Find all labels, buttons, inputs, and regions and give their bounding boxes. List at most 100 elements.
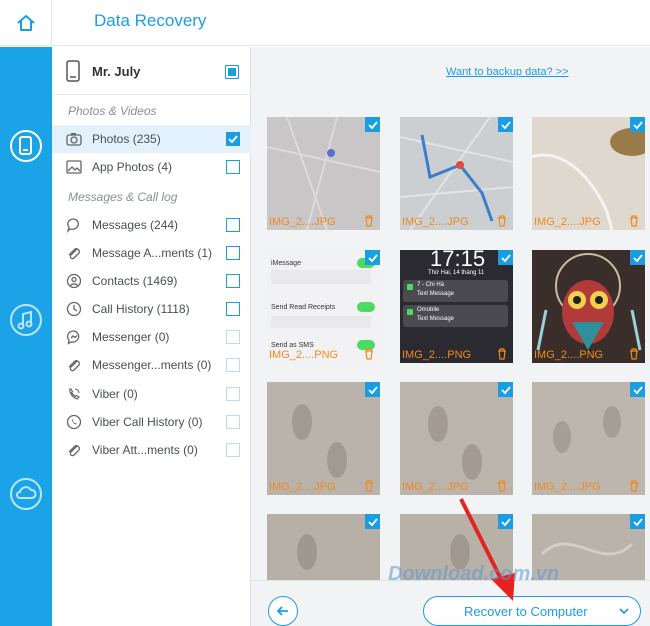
trash-icon[interactable]	[497, 215, 507, 227]
category-contacts[interactable]: Contacts (1469)	[52, 267, 251, 295]
home-button[interactable]	[0, 0, 52, 46]
image-icon	[66, 160, 82, 174]
photo-filename: IMG_2....JPG	[534, 481, 601, 493]
photo-checkbox[interactable]	[630, 117, 645, 132]
trash-icon[interactable]	[364, 480, 374, 492]
photo-tile[interactable]: IMG_2....JPG	[400, 117, 513, 230]
trash-icon[interactable]	[629, 215, 639, 227]
section-messages-calllog: Messages & Call log	[68, 190, 178, 204]
photo-tile[interactable]: IMG_2....JPG	[267, 117, 380, 230]
category-sidebar: Mr. July Photos & Videos Photos (235) Ap…	[52, 47, 251, 626]
photo-tile[interactable]: IMG_2....JPG	[267, 382, 380, 495]
lock-date: Thứ Hai, 14 tháng 11	[428, 270, 485, 276]
photo-checkbox[interactable]	[365, 250, 380, 265]
category-checkbox[interactable]	[226, 302, 240, 316]
select-all-checkbox[interactable]	[225, 65, 239, 79]
mode-rail	[0, 47, 52, 626]
category-viber[interactable]: Viber (0)	[52, 380, 251, 408]
category-checkbox[interactable]	[226, 330, 240, 344]
trash-icon[interactable]	[629, 480, 639, 492]
category-messages[interactable]: Messages (244)	[52, 211, 251, 239]
imessage-label: iMessage	[271, 260, 301, 267]
photo-tile[interactable]	[267, 514, 380, 580]
category-call-history[interactable]: Call History (1118)	[52, 295, 251, 323]
photo-checkbox[interactable]	[365, 382, 380, 397]
check-icon	[367, 517, 378, 526]
category-checkbox[interactable]	[226, 443, 240, 457]
photo-tile[interactable]: IMG_2....JPG	[400, 382, 513, 495]
category-checkbox[interactable]	[226, 415, 240, 429]
photo-tile[interactable]: iMessage Send Read Receipts Send as SMS …	[267, 250, 380, 363]
check-icon	[500, 120, 511, 129]
category-viber-attachments[interactable]: Viber Att...ments (0)	[52, 436, 251, 464]
category-checkbox[interactable]	[226, 358, 240, 372]
photo-checkbox[interactable]	[498, 250, 513, 265]
check-icon	[500, 253, 511, 262]
category-checkbox[interactable]	[226, 132, 240, 146]
category-label: Viber Att...ments (0)	[92, 443, 198, 457]
phone-call-icon	[66, 414, 82, 430]
trash-icon[interactable]	[364, 348, 374, 360]
trash-icon[interactable]	[497, 348, 507, 360]
toggle	[357, 302, 375, 312]
back-button[interactable]	[268, 596, 298, 626]
photo-checkbox[interactable]	[365, 117, 380, 132]
photo-thumbnail	[267, 382, 380, 495]
check-icon	[367, 120, 378, 129]
music-icon	[10, 304, 42, 336]
notification-title: Omobile	[417, 307, 440, 313]
description-text	[271, 316, 371, 328]
photo-checkbox[interactable]	[630, 250, 645, 265]
home-icon	[16, 15, 35, 31]
photo-tile[interactable]: IMG_2....JPG	[532, 382, 645, 495]
photo-thumbnail	[267, 514, 380, 580]
category-photos[interactable]: Photos (235)	[52, 125, 251, 153]
photo-filename: IMG_2....JPG	[402, 481, 469, 493]
notification-title: 7 - Chi Hà	[417, 282, 445, 288]
trash-icon[interactable]	[497, 480, 507, 492]
description-text	[271, 270, 371, 284]
category-messenger[interactable]: Messenger (0)	[52, 323, 251, 351]
photo-checkbox[interactable]	[498, 382, 513, 397]
lock-time: 17:15	[430, 250, 486, 271]
photo-thumbnail	[267, 117, 380, 230]
category-checkbox[interactable]	[226, 218, 240, 232]
recover-itunes-tab[interactable]	[7, 301, 45, 339]
paperclip-icon	[68, 360, 80, 372]
trash-icon[interactable]	[629, 348, 639, 360]
recover-icloud-tab[interactable]	[7, 475, 45, 513]
recover-from-device-tab[interactable]	[7, 127, 45, 165]
photo-thumbnail	[532, 382, 645, 495]
check-icon	[632, 385, 643, 394]
category-checkbox[interactable]	[226, 387, 240, 401]
lockscreen-screenshot: 17:15 Thứ Hai, 14 tháng 11 7 - Chi Hà Te…	[400, 250, 513, 363]
category-label: App Photos (4)	[92, 160, 173, 174]
photo-checkbox[interactable]	[365, 514, 380, 529]
category-checkbox[interactable]	[226, 274, 240, 288]
photo-tile[interactable]: IMG_2....PNG	[532, 250, 645, 363]
photo-filename: IMG_2....JPG	[269, 216, 336, 228]
photo-tile[interactable]: IMG_2....JPG	[532, 117, 645, 230]
check-icon	[632, 120, 643, 129]
category-checkbox[interactable]	[226, 160, 240, 174]
category-label: Viber (0)	[92, 387, 138, 401]
category-label: Message A...ments (1)	[92, 246, 213, 260]
category-messenger-attachments[interactable]: Messenger...ments (0)	[52, 351, 251, 379]
photo-tile[interactable]: 17:15 Thứ Hai, 14 tháng 11 7 - Chi Hà Te…	[400, 250, 513, 363]
category-checkbox[interactable]	[226, 246, 240, 260]
trash-icon[interactable]	[364, 215, 374, 227]
category-message-attachments[interactable]: Message A...ments (1)	[52, 239, 251, 267]
photo-grid-panel: Want to backup data? >> IMG_2....JPG IMG…	[251, 47, 650, 626]
photo-filename: IMG_2....PNG	[534, 349, 604, 361]
chevron-down-icon[interactable]	[618, 605, 630, 617]
category-viber-call-history[interactable]: Viber Call History (0)	[52, 408, 251, 436]
check-icon	[228, 135, 238, 144]
contacts-icon	[66, 273, 82, 289]
category-app-photos[interactable]: App Photos (4)	[52, 153, 251, 181]
read-receipts-label: Send Read Receipts	[271, 304, 336, 311]
photo-checkbox[interactable]	[498, 117, 513, 132]
photo-checkbox[interactable]	[630, 382, 645, 397]
notification-body: Text Message	[417, 291, 455, 297]
photo-checkbox[interactable]	[630, 514, 645, 529]
backup-link[interactable]: Want to backup data? >>	[446, 66, 569, 78]
